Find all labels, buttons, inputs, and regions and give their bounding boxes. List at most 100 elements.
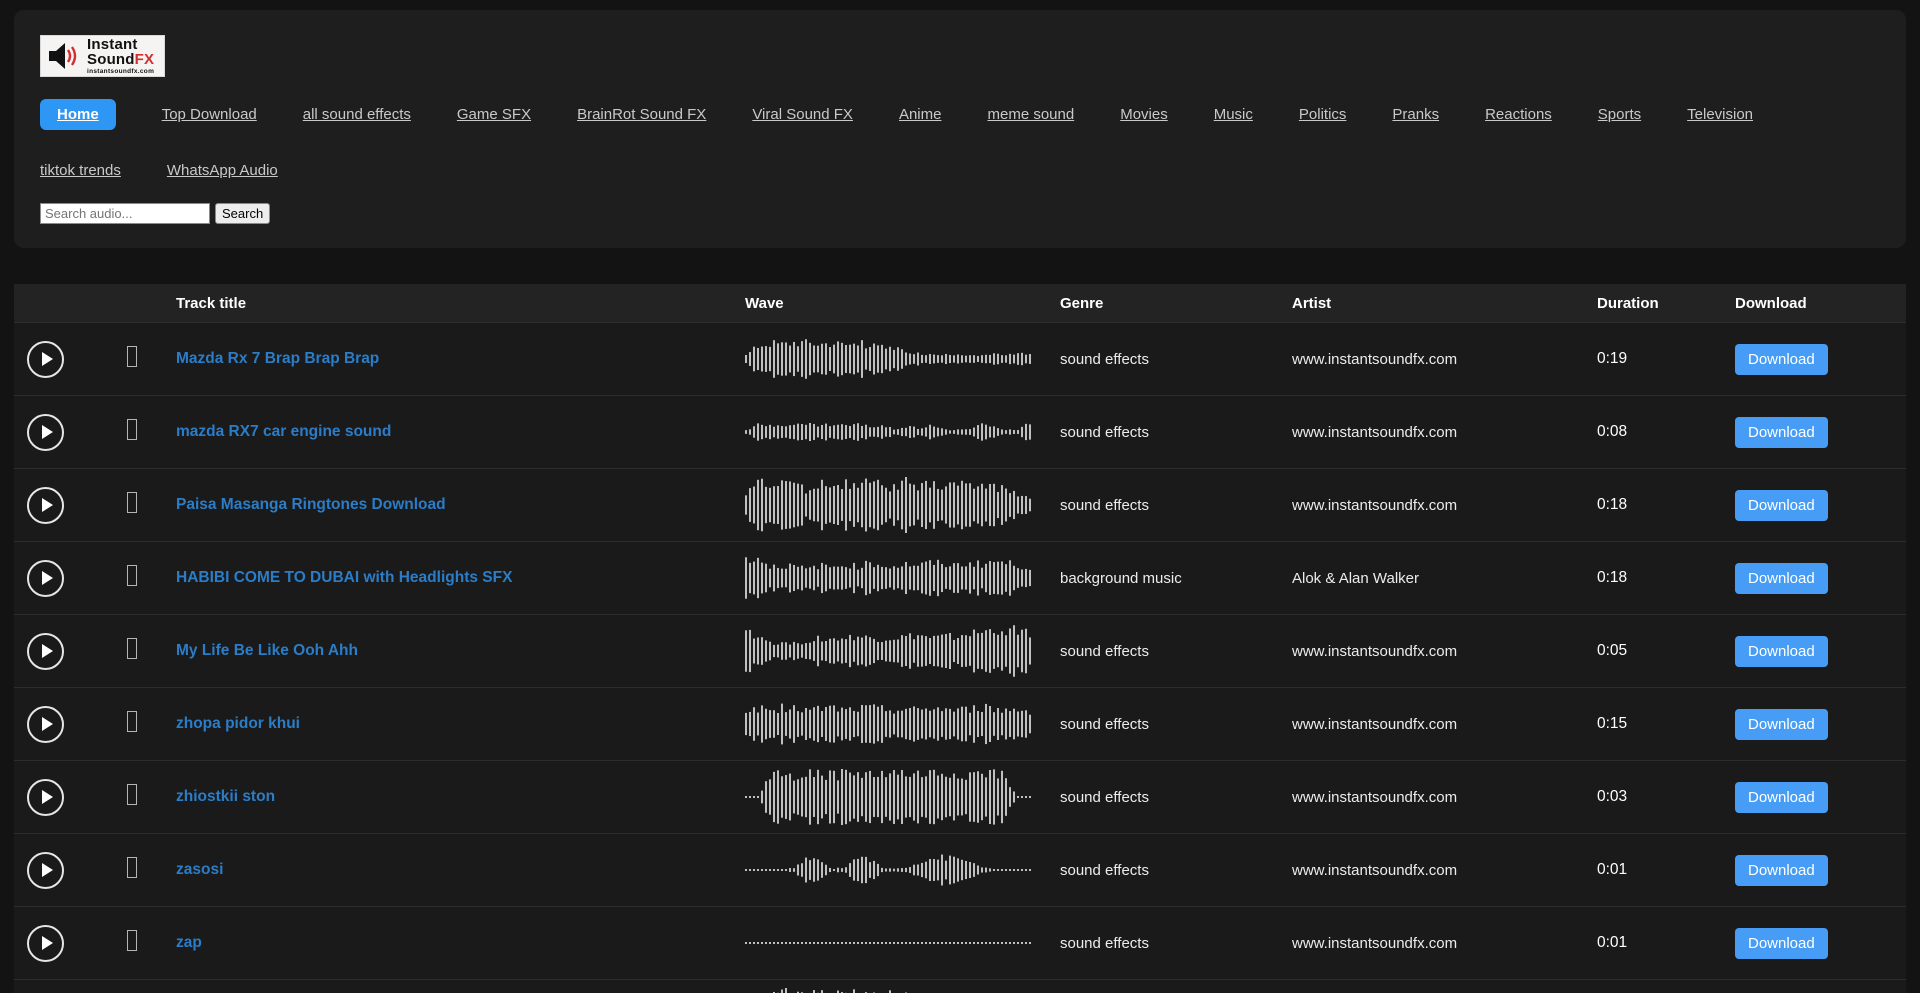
play-button[interactable] [27, 633, 64, 670]
download-button[interactable]: Download [1735, 928, 1828, 959]
play-icon [42, 863, 53, 877]
play-icon [42, 425, 53, 439]
play-button[interactable] [27, 706, 64, 743]
nav-item-music[interactable]: Music [1214, 106, 1253, 123]
glyph-cell [105, 346, 160, 372]
nav-item-whatsapp-audio[interactable]: WhatsApp Audio [167, 162, 278, 179]
play-button[interactable] [27, 414, 64, 451]
nav-item-anime[interactable]: Anime [899, 106, 942, 123]
download-button[interactable]: Download [1735, 636, 1828, 667]
column-header-track-title: Track title [160, 295, 731, 312]
track-title-link[interactable]: Paisa Masanga Ringtones Download [160, 496, 731, 514]
search-button[interactable]: Search [215, 203, 270, 224]
glyph-cell [105, 784, 160, 810]
nav-item-meme-sound[interactable]: meme sound [987, 106, 1074, 123]
play-cell [14, 341, 105, 378]
site-logo[interactable]: Instant SoundFX instantsoundfx.com [40, 35, 165, 77]
missing-glyph-icon [127, 419, 137, 440]
logo-text: Instant SoundFX instantsoundfx.com [87, 37, 154, 76]
missing-glyph-icon [127, 492, 137, 513]
header-card: Instant SoundFX instantsoundfx.com Home T… [14, 10, 1906, 248]
download-cell: Download [1717, 563, 1906, 594]
download-button[interactable]: Download [1735, 782, 1828, 813]
track-duration: 0:01 [1580, 861, 1717, 879]
track-duration: 0:15 [1580, 715, 1717, 733]
download-button[interactable]: Download [1735, 855, 1828, 886]
nav-item-politics[interactable]: Politics [1299, 106, 1347, 123]
track-title-link[interactable]: zasosi [160, 861, 731, 879]
track-title-link[interactable]: mazda RX7 car engine sound [160, 423, 731, 441]
search-row: Search [40, 203, 1880, 224]
logo-fx: FX [135, 51, 155, 68]
nav-item-sports[interactable]: Sports [1598, 106, 1641, 123]
track-table: Track title Wave Genre Artist Duration D… [14, 284, 1906, 993]
play-icon [42, 498, 53, 512]
play-cell [14, 633, 105, 670]
nav-item-television[interactable]: Television [1687, 106, 1753, 123]
play-button[interactable] [27, 560, 64, 597]
download-button[interactable]: Download [1735, 490, 1828, 521]
download-cell: Download [1717, 490, 1906, 521]
play-button[interactable] [27, 487, 64, 524]
track-title-link[interactable]: My Life Be Like Ooh Ahh [160, 642, 731, 660]
download-cell: Download [1717, 344, 1906, 375]
play-icon [42, 790, 53, 804]
play-icon [42, 717, 53, 731]
track-genre: sound effects [1040, 643, 1272, 660]
download-button[interactable]: Download [1735, 344, 1828, 375]
table-row: zap da sound effects www.instantsoundfx.… [14, 979, 1906, 993]
glyph-cell [105, 857, 160, 883]
track-title-link[interactable]: HABIBI COME TO DUBAI with Headlights SFX [160, 569, 731, 587]
play-button[interactable] [27, 852, 64, 889]
table-row: zasosi sound effects www.instantsoundfx.… [14, 833, 1906, 906]
nav-item-game-sfx[interactable]: Game SFX [457, 106, 531, 123]
download-button[interactable]: Download [1735, 709, 1828, 740]
column-header-duration: Duration [1580, 295, 1717, 312]
nav-item-reactions[interactable]: Reactions [1485, 106, 1552, 123]
play-cell [14, 487, 105, 524]
play-button[interactable] [27, 779, 64, 816]
track-artist: www.instantsoundfx.com [1272, 351, 1580, 368]
track-title-link[interactable]: zhiostkii ston [160, 788, 731, 806]
play-icon [42, 936, 53, 950]
track-artist: www.instantsoundfx.com [1272, 862, 1580, 879]
search-input[interactable] [40, 203, 210, 224]
column-header-genre: Genre [1040, 295, 1272, 312]
play-button[interactable] [27, 341, 64, 378]
track-artist: www.instantsoundfx.com [1272, 789, 1580, 806]
track-artist: www.instantsoundfx.com [1272, 643, 1580, 660]
download-cell: Download [1717, 636, 1906, 667]
missing-glyph-icon [127, 565, 137, 586]
nav-item-top-download[interactable]: Top Download [162, 106, 257, 123]
track-genre: sound effects [1040, 935, 1272, 952]
track-title-link[interactable]: zap [160, 934, 731, 952]
play-icon [42, 644, 53, 658]
nav-item-all-sound-effects[interactable]: all sound effects [303, 106, 411, 123]
table-row: HABIBI COME TO DUBAI with Headlights SFX… [14, 541, 1906, 614]
glyph-cell [105, 638, 160, 664]
nav-item-brainrot-sound-fx[interactable]: BrainRot Sound FX [577, 106, 706, 123]
track-title-link[interactable]: Mazda Rx 7 Brap Brap Brap [160, 350, 731, 368]
nav-item-pranks[interactable]: Pranks [1392, 106, 1439, 123]
track-duration: 0:01 [1580, 934, 1717, 952]
nav-item-viral-sound-fx[interactable]: Viral Sound FX [752, 106, 853, 123]
track-genre: sound effects [1040, 862, 1272, 879]
nav-item-tiktok-trends[interactable]: tiktok trends [40, 162, 121, 179]
speaker-icon [47, 41, 81, 71]
play-cell [14, 925, 105, 962]
download-button[interactable]: Download [1735, 417, 1828, 448]
track-genre: sound effects [1040, 351, 1272, 368]
waveform-image [731, 477, 1040, 533]
glyph-cell [105, 930, 160, 956]
play-button[interactable] [27, 925, 64, 962]
main-nav: Home Top Download all sound effects Game SF… [40, 99, 1880, 179]
track-artist: www.instantsoundfx.com [1272, 497, 1580, 514]
track-title-link[interactable]: zhopa pidor khui [160, 715, 731, 733]
nav-item-home[interactable]: Home [40, 99, 116, 130]
download-button[interactable]: Download [1735, 563, 1828, 594]
track-duration: 0:18 [1580, 569, 1717, 587]
track-duration: 0:08 [1580, 423, 1717, 441]
logo-domain: instantsoundfx.com [87, 69, 154, 76]
nav-item-movies[interactable]: Movies [1120, 106, 1168, 123]
play-icon [42, 571, 53, 585]
